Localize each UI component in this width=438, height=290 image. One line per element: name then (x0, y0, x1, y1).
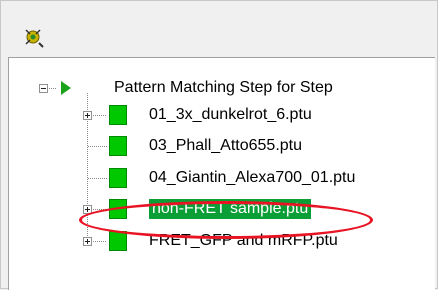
settings-wand-icon[interactable] (22, 26, 46, 50)
status-green-icon (109, 105, 127, 125)
play-arrow-icon (61, 81, 71, 95)
tree-connector (88, 146, 107, 147)
status-green-icon (109, 168, 127, 188)
tree-connector (88, 178, 107, 179)
tree-item-label[interactable]: 01_3x_dunkelrot_6.ptu (149, 105, 312, 125)
tree-item-label[interactable]: 04_Giantin_Alexa700_01.ptu (149, 168, 355, 188)
expand-item-icon[interactable] (83, 205, 92, 214)
tree-connector (93, 209, 107, 210)
status-green-icon (109, 136, 127, 156)
expand-item-icon[interactable] (83, 237, 92, 246)
collapse-root-icon[interactable] (39, 84, 48, 93)
status-green-icon (109, 231, 127, 251)
expand-item-icon[interactable] (83, 111, 92, 120)
toolbar (4, 4, 434, 54)
tree-root-label[interactable]: Pattern Matching Step for Step (114, 78, 333, 98)
tree-connector (93, 241, 107, 242)
file-tree: Pattern Matching Step for Step 01_3x_dun… (8, 57, 435, 290)
status-green-icon (109, 199, 127, 219)
tree-item-label-selected[interactable]: non-FRET sample.ptu (149, 199, 312, 219)
tree-connector (49, 88, 57, 89)
tree-connector (93, 115, 107, 116)
tree-item-label[interactable]: 03_Phall_Atto655.ptu (149, 136, 302, 156)
tree-item-label[interactable]: FRET_GFP and mRFP.ptu (149, 231, 338, 251)
